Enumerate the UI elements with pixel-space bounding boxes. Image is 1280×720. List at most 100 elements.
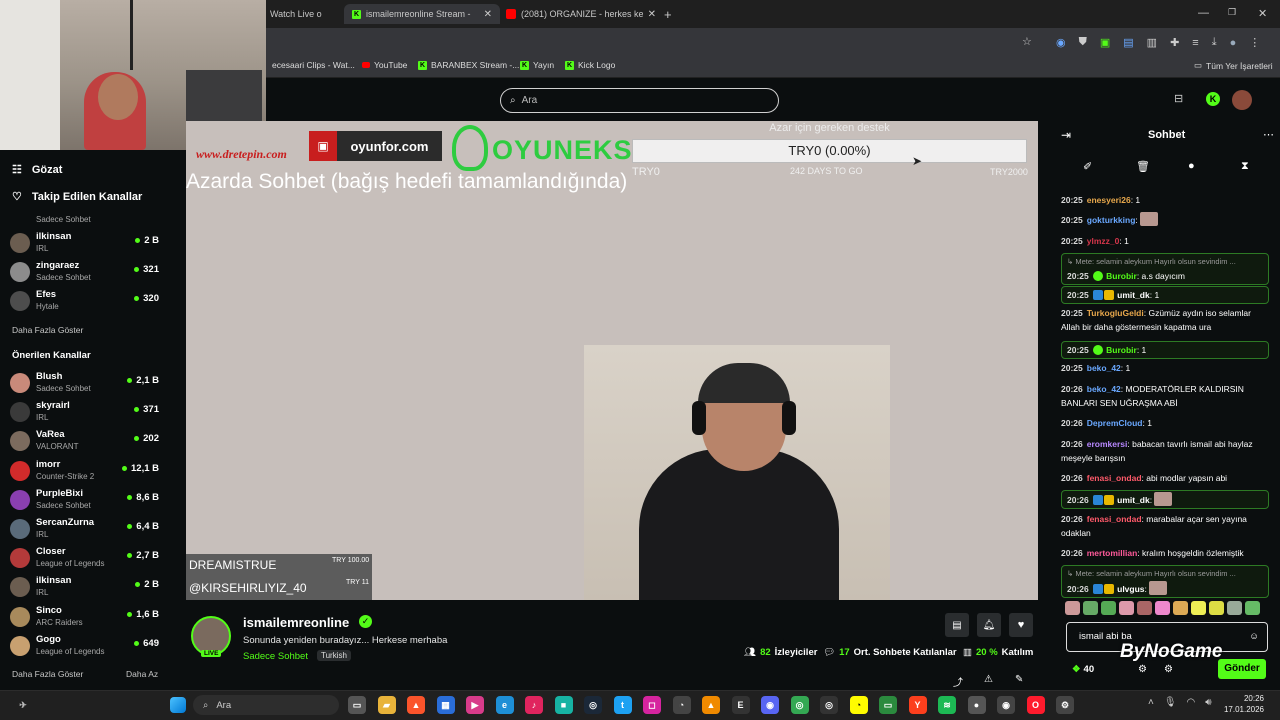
chat-message[interactable]: 20:25 umit_dk: 1 (1061, 286, 1269, 304)
followed-channel[interactable]: Efes Hytale 320 (10, 288, 165, 317)
chat-username[interactable]: ulvgus (1117, 584, 1144, 594)
kick-points[interactable]: ❖ 40 (1072, 664, 1094, 675)
hourglass-icon[interactable]: ⧗ (1241, 160, 1249, 173)
send-button[interactable]: Gönder (1218, 659, 1266, 679)
chrome-icon[interactable]: ◎ (790, 696, 809, 714)
store-icon[interactable]: ⊟ (1174, 92, 1183, 105)
share-icon[interactable]: ⤴ (953, 674, 963, 689)
bookmark-item[interactable]: ecesaari Clips - Wat... (272, 60, 355, 70)
recommended-channel[interactable]: Sinco ARC Raiders 1,6 B (10, 604, 165, 633)
file-explorer-icon[interactable]: ▰ (377, 696, 396, 714)
chat-username[interactable]: beko_42 (1087, 363, 1121, 373)
extension-icon[interactable]: ▣ (1100, 36, 1110, 49)
extension-icon[interactable]: ◉ (1056, 36, 1066, 49)
emote-icon[interactable] (1191, 601, 1206, 615)
chat-message[interactable]: 20:26 beko_42: MODERATÖRLER KALDIRSIN BAN… (1061, 382, 1269, 410)
volume-icon[interactable]: 🔊︎ (1205, 697, 1211, 708)
yandex-icon[interactable]: Y (908, 696, 927, 714)
language-tag[interactable]: Turkish (317, 650, 351, 661)
emote-icon[interactable] (1101, 601, 1116, 615)
media-player-icon[interactable]: ▶ (466, 696, 484, 714)
emote-icon[interactable] (1137, 601, 1152, 615)
chat-username[interactable]: gokturkking (1087, 215, 1136, 225)
chat-username[interactable]: beko_42 (1087, 384, 1121, 394)
nav-following[interactable]: ♡ Takip Edilen Kanallar (12, 190, 142, 204)
chat-message[interactable]: 20:26 eromkersi: babacan tavırlı ismail a… (1061, 437, 1269, 465)
chat-username[interactable]: Burobir (1106, 345, 1137, 355)
emote-icon[interactable] (1119, 601, 1134, 615)
settings-icon[interactable]: ⚙ (1056, 696, 1074, 714)
chat-username[interactable]: enesyeri26 (1087, 195, 1131, 205)
tiktok-icon[interactable]: ♪ (525, 696, 543, 714)
search-input[interactable]: ⌕ Ara (500, 88, 779, 113)
steam-icon[interactable]: ◎ (584, 696, 602, 714)
bookmark-item[interactable]: K Kick Logo (565, 60, 615, 70)
nav-browse[interactable]: ☷ Gözat (12, 163, 62, 177)
recommended-channel[interactable]: Gogo League of Legends 649 (10, 633, 165, 662)
restore-icon[interactable]: ❐ (1228, 7, 1236, 18)
chat-username[interactable]: ylmzz_0 (1087, 236, 1120, 246)
emote-icon[interactable] (1245, 601, 1260, 615)
tab-ismailemreonline[interactable]: K ismailemreonline Stream - ✕ (344, 4, 500, 24)
tab-watch-live[interactable]: Watch Live o (270, 4, 342, 24)
recommended-channel[interactable]: skyrairl IRL 371 (10, 399, 165, 428)
channel-name[interactable]: ismailemreonline (243, 615, 349, 630)
pin-icon[interactable]: ✐ (1083, 160, 1092, 173)
report-icon[interactable]: ⚠ (984, 674, 993, 685)
chat-username[interactable]: eromkersi (1087, 439, 1128, 449)
chat-username[interactable]: Burobir (1106, 271, 1137, 281)
extension-icon[interactable]: ▥ (1147, 36, 1157, 49)
snapchat-icon[interactable]: ◔ (849, 696, 868, 714)
speedometer-icon[interactable]: ◔ (672, 696, 691, 714)
start-icon[interactable] (170, 697, 186, 713)
notify-button[interactable]: 🔔︎ (977, 613, 1001, 637)
app-icon[interactable]: ● (967, 696, 986, 714)
recommended-channel[interactable]: Closer League of Legends 2,7 B (10, 545, 165, 574)
chat-message[interactable]: 20:26 mertomillian: kralım hoşgeldin özle… (1061, 546, 1269, 560)
twitter-icon[interactable]: t (613, 696, 632, 714)
emote-icon[interactable] (1155, 601, 1170, 615)
trash-icon[interactable]: 🗑︎ (1136, 160, 1150, 173)
chat-username[interactable]: TurkogluGeldi (1087, 308, 1144, 318)
kick-points-icon[interactable]: K (1206, 92, 1220, 106)
collapse-chat-icon[interactable]: ⇥ (1061, 128, 1071, 142)
close-tab-icon[interactable]: ✕ (648, 9, 656, 20)
widgets-icon[interactable]: ✈ (14, 696, 32, 714)
profile-avatar[interactable]: ● (1230, 36, 1237, 49)
gear-icon[interactable]: ⚙ (1164, 664, 1173, 675)
chat-username[interactable]: mertomillian (1087, 548, 1138, 558)
stream-category[interactable]: Sadece Sohbet (243, 651, 308, 662)
chat-message[interactable]: 20:25 gokturkking: (1061, 212, 1269, 227)
chat-username[interactable]: DepremCloud (1087, 418, 1143, 428)
chat-username[interactable]: umit_dk (1117, 495, 1150, 505)
puzzle-icon[interactable]: ✚ (1170, 36, 1179, 49)
mic-icon[interactable]: 🎙︎ (1164, 697, 1177, 708)
recommended-channel[interactable]: VaRea VALORANT 202 (10, 428, 165, 457)
gaming-icon[interactable]: ◉ (997, 696, 1015, 714)
chat-message[interactable]: ↳ Mete: selamin aleykum Hayırlı olsun se… (1061, 253, 1269, 285)
task-view-icon[interactable]: ▭ (348, 696, 366, 714)
emote-icon[interactable] (1083, 601, 1098, 615)
followed-channel[interactable]: ilkinsan IRL 2 B (10, 230, 165, 259)
recommended-channel[interactable]: ilkinsan IRL 2 B (10, 574, 165, 603)
wifi-icon[interactable]: ◠ (1187, 697, 1196, 708)
followed-channel[interactable]: zingaraez Sadece Sohbet 321 (10, 259, 165, 288)
edge-icon[interactable]: e (495, 696, 514, 714)
discord-icon[interactable]: ◉ (761, 696, 779, 714)
app-icon[interactable]: ▭ (879, 696, 897, 714)
opera-icon[interactable]: O (1026, 696, 1045, 714)
chat-username[interactable]: fenasi_ondad (1087, 514, 1142, 524)
chat-message[interactable]: 20:26 umit_dk: (1061, 490, 1269, 509)
recommended-channel[interactable]: SercanZurna IRL 6,4 B (10, 516, 165, 545)
bookmark-star-icon[interactable]: ☆ (1022, 35, 1032, 48)
chat-message[interactable]: 20:25 Burobir: 1 (1061, 341, 1269, 359)
chevron-up-icon[interactable]: ˄ (1148, 697, 1154, 708)
recommended-channel[interactable]: PurpleBixi Sadece Sohbet 8,6 B (10, 487, 165, 516)
emote-icon[interactable] (1173, 601, 1188, 615)
chat-username[interactable]: fenasi_ondad (1087, 473, 1142, 483)
extension-icon[interactable]: ▤ (1123, 36, 1133, 49)
shield-icon[interactable]: ⛊ (1079, 36, 1087, 49)
download-icon[interactable]: ⤓ (1212, 36, 1217, 49)
emote-icon[interactable] (1065, 601, 1080, 615)
vlc-icon[interactable]: ▲ (702, 696, 720, 714)
